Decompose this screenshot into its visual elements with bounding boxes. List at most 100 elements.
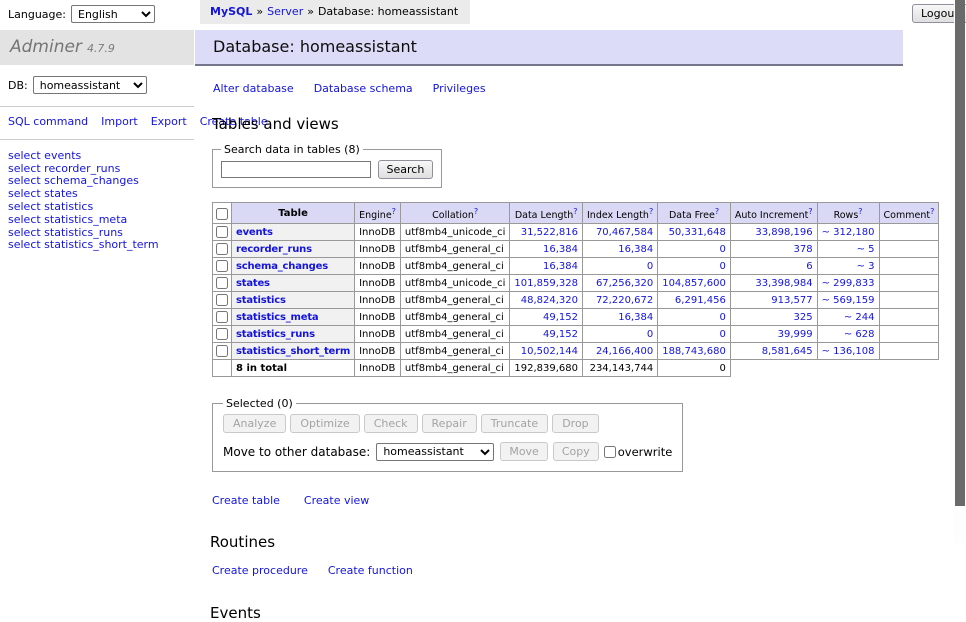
auto-increment-link[interactable]: 8,581,645 [762,346,813,357]
rows-count-link[interactable]: ~ 312,180 [822,227,875,238]
db-action-link[interactable]: Alter database [213,82,294,95]
selected-action-button[interactable]: Drop [552,414,598,433]
table-name-link[interactable]: states [236,278,270,289]
db-action-link[interactable]: Database schema [314,82,413,95]
engine-cell: InnoDB [355,343,401,360]
data-free-link[interactable]: 104,857,600 [662,278,726,289]
row-checkbox[interactable] [216,277,228,289]
vertical-scrollbar[interactable] [954,0,965,543]
db-select[interactable]: homeassistant [33,76,147,94]
table-name-link[interactable]: schema_changes [236,261,328,272]
copy-button[interactable]: Copy [553,442,599,461]
help-icon[interactable]: ? [474,207,478,216]
index-length-link[interactable]: 16,384 [618,312,653,323]
data-free-link[interactable]: 0 [719,329,725,340]
overwrite-option[interactable]: overwrite [604,445,673,459]
search-button[interactable]: Search [378,160,434,179]
auto-increment-link[interactable]: 6 [806,261,812,272]
data-length-link[interactable]: 31,522,816 [521,227,578,238]
move-db-select[interactable]: homeassistant [376,443,494,461]
sidebar-select-table-link[interactable]: select statistics_short_term [8,239,186,252]
help-icon[interactable]: ? [808,207,812,216]
adminer-logo[interactable]: Adminer4.7.9 [0,30,194,65]
row-checkbox[interactable] [216,243,228,255]
language-select[interactable]: English [71,5,155,23]
data-free-link[interactable]: 0 [719,261,725,272]
index-length-link[interactable]: 16,384 [618,244,653,255]
routine-create-link[interactable]: Create function [328,564,413,577]
help-icon[interactable]: ? [930,207,934,216]
sidebar-menu-link[interactable]: Export [151,115,187,128]
rows-count-link[interactable]: ~ 244 [844,312,875,323]
sidebar-menu-link[interactable]: Import [101,115,138,128]
sidebar-menu-link[interactable]: SQL command [8,115,88,128]
sidebar-select-table-link[interactable]: select events [8,150,186,163]
auto-increment-link[interactable]: 39,999 [778,329,813,340]
data-free-link[interactable]: 6,291,456 [675,295,726,306]
selected-action-button[interactable]: Truncate [481,414,548,433]
table-name-link[interactable]: events [236,227,273,238]
rows-count-link[interactable]: ~ 299,833 [822,278,875,289]
table-name-link[interactable]: statistics_meta [236,312,318,323]
index-length-link[interactable]: 24,166,400 [596,346,653,357]
index-length-link[interactable]: 72,220,672 [596,295,653,306]
auto-increment-link[interactable]: 378 [794,244,813,255]
create-link[interactable]: Create view [304,494,369,507]
table-name-link[interactable]: recorder_runs [236,244,312,255]
data-length-link[interactable]: 16,384 [543,261,578,272]
data-length-link[interactable]: 101,859,328 [514,278,578,289]
rows-count-link[interactable]: ~ 628 [844,329,875,340]
help-icon[interactable]: ? [392,207,396,216]
data-length-link[interactable]: 48,824,320 [521,295,578,306]
breadcrumb-mysql-link[interactable]: MySQL [210,5,252,18]
breadcrumb-server-link[interactable]: Server [267,5,303,18]
data-length-link[interactable]: 49,152 [543,312,578,323]
row-checkbox[interactable] [216,294,228,306]
data-length-link[interactable]: 10,502,144 [521,346,578,357]
select-all-checkbox[interactable] [216,208,228,220]
rows-count-link[interactable]: ~ 5 [857,244,875,255]
auto-increment-link[interactable]: 325 [794,312,813,323]
rows-count-link[interactable]: ~ 3 [857,261,875,272]
help-icon[interactable]: ? [573,207,577,216]
auto-increment-link[interactable]: 33,398,984 [755,278,812,289]
table-name-link[interactable]: statistics [236,295,286,306]
row-checkbox[interactable] [216,226,228,238]
move-button[interactable]: Move [500,442,548,461]
index-length-link[interactable]: 0 [647,329,653,340]
data-free-link[interactable]: 50,331,648 [669,227,726,238]
selected-action-button[interactable]: Optimize [290,414,359,433]
auto-increment-link[interactable]: 913,577 [771,295,812,306]
help-icon[interactable]: ? [649,207,653,216]
routine-create-link[interactable]: Create procedure [212,564,308,577]
rows-count-link[interactable]: ~ 136,108 [822,346,875,357]
index-length-link[interactable]: 70,467,584 [596,227,653,238]
data-length-link[interactable]: 16,384 [543,244,578,255]
overwrite-checkbox[interactable] [604,446,616,458]
auto-increment-link[interactable]: 33,898,196 [755,227,812,238]
scrollbar-thumb[interactable] [955,0,965,506]
sidebar-select-table-link[interactable]: select statistics [8,201,186,214]
index-length-link[interactable]: 0 [647,261,653,272]
selected-action-button[interactable]: Analyze [223,414,286,433]
sidebar-select-table-link[interactable]: select statistics_meta [8,214,186,227]
table-name-link[interactable]: statistics_runs [236,329,315,340]
data-free-link[interactable]: 0 [719,312,725,323]
selected-action-button[interactable]: Check [364,414,418,433]
help-icon[interactable]: ? [858,207,862,216]
data-free-link[interactable]: 0 [719,244,725,255]
table-name-link[interactable]: statistics_short_term [236,346,350,357]
row-checkbox[interactable] [216,328,228,340]
row-checkbox[interactable] [216,311,228,323]
db-action-link[interactable]: Privileges [433,82,486,95]
data-length-link[interactable]: 49,152 [543,329,578,340]
row-checkbox[interactable] [216,260,228,272]
search-input[interactable] [221,161,371,178]
rows-count-link[interactable]: ~ 569,159 [822,295,875,306]
data-free-link[interactable]: 188,743,680 [662,346,726,357]
selected-action-button[interactable]: Repair [422,414,477,433]
row-checkbox[interactable] [216,345,228,357]
index-length-link[interactable]: 67,256,320 [596,278,653,289]
create-link[interactable]: Create table [212,494,280,507]
help-icon[interactable]: ? [715,207,719,216]
